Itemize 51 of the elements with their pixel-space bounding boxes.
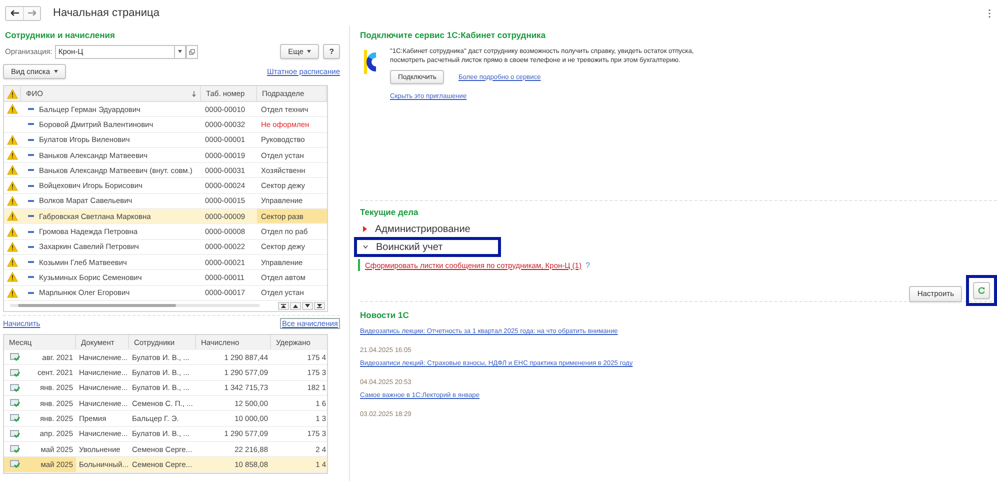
section-title: Подключите сервис 1С:Кабинет сотрудника — [360, 29, 547, 42]
dash-icon — [28, 154, 34, 156]
warning-icon — [6, 88, 18, 98]
dash-icon — [28, 138, 34, 141]
dash-icon — [28, 230, 34, 233]
help-mark[interactable]: ? — [585, 260, 590, 270]
dropdown-button[interactable] — [174, 44, 186, 58]
posted-document-icon — [10, 460, 20, 468]
dash-icon — [28, 184, 34, 187]
refresh-icon — [978, 287, 985, 294]
section-title: Сотрудники и начисления — [4, 29, 116, 42]
last-button[interactable] — [314, 302, 325, 310]
dash-icon — [28, 261, 34, 264]
posted-document-icon — [10, 368, 20, 377]
sort-arrow-icon — [192, 90, 196, 96]
task-group[interactable]: Воинский учет — [376, 242, 443, 252]
posted-document-icon — [10, 430, 20, 438]
task-group[interactable]: Администрирование — [375, 224, 470, 234]
dash-icon — [28, 276, 34, 278]
caret-icon — [54, 70, 58, 73]
section-title: Новости 1С — [360, 309, 410, 322]
page-title: Начальная страница — [53, 7, 160, 19]
dash-icon — [28, 108, 34, 110]
dash-icon — [28, 169, 34, 172]
first-button[interactable] — [278, 302, 289, 310]
arrow-left-icon — [10, 10, 18, 16]
dash-icon — [28, 123, 34, 126]
more-menu-icon[interactable] — [988, 8, 991, 18]
down-icon — [305, 304, 310, 308]
open-window-icon — [189, 48, 196, 54]
dash-icon — [28, 246, 34, 248]
first-icon — [281, 304, 286, 308]
dash-icon — [28, 200, 34, 202]
back-button[interactable] — [6, 6, 23, 20]
logo-icon — [364, 50, 378, 74]
down-button[interactable] — [302, 302, 313, 310]
posted-document-icon — [10, 399, 20, 408]
caret-icon — [178, 50, 182, 53]
dash-icon — [28, 292, 34, 294]
refresh-button[interactable] — [973, 282, 990, 299]
up-icon — [293, 304, 298, 308]
up-button[interactable] — [290, 302, 301, 310]
posted-document-icon — [10, 445, 20, 454]
posted-document-icon — [10, 353, 20, 362]
last-icon — [317, 304, 322, 308]
section-title: Текущие дела — [360, 206, 420, 219]
dash-icon — [28, 215, 34, 218]
posted-document-icon — [10, 414, 20, 422]
arrow-right-icon — [28, 10, 36, 16]
posted-document-icon — [10, 384, 20, 392]
caret-icon — [307, 50, 312, 53]
